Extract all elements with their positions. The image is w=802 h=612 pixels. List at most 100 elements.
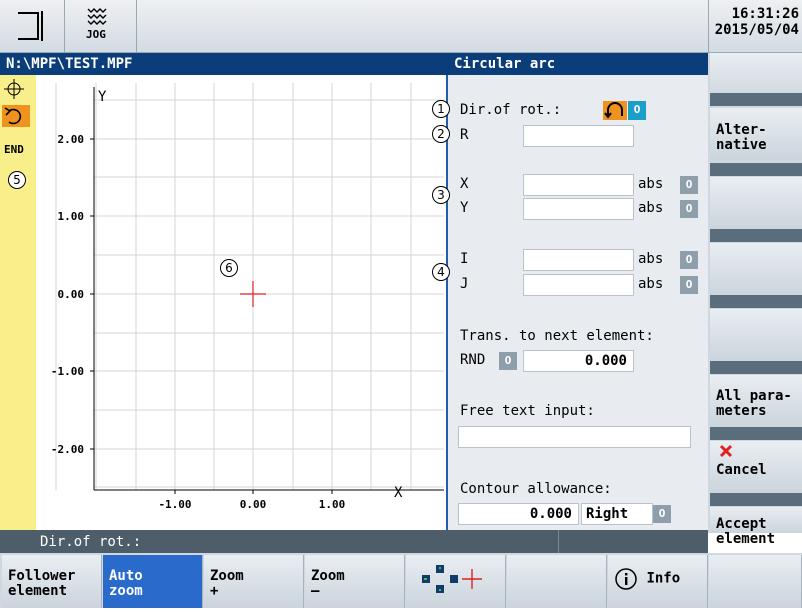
arc-icon bbox=[4, 107, 22, 125]
cancel-x-icon bbox=[719, 444, 733, 458]
zoom-minus-button[interactable]: Zoom – bbox=[305, 555, 405, 608]
rot-arrow-icon bbox=[604, 102, 623, 119]
vsk-separator bbox=[710, 427, 802, 440]
vsk-5[interactable] bbox=[710, 309, 802, 361]
trans-next-label: Trans. to next element: bbox=[460, 328, 654, 344]
callout-1: 1 bbox=[432, 100, 450, 118]
y-label: Y bbox=[460, 200, 469, 216]
hsk-6[interactable] bbox=[507, 555, 607, 608]
top-status-bar: JOG 16:31:26 2015/05/04 bbox=[0, 0, 802, 53]
vsk-separator bbox=[710, 361, 802, 374]
i-field[interactable] bbox=[523, 249, 634, 271]
vertical-softkey-bar: Alter- native All para- meters Cancel Ac… bbox=[708, 53, 802, 547]
j-field[interactable] bbox=[523, 274, 634, 296]
rnd-field[interactable]: 0.000 bbox=[523, 350, 634, 372]
alternative-button[interactable]: Alter- native bbox=[710, 108, 802, 160]
callout-6: 6 bbox=[220, 259, 238, 277]
j-abs-toggle[interactable]: O bbox=[680, 276, 698, 294]
dir-rot-label: Dir.of rot.: bbox=[460, 102, 562, 118]
status-line: Dir.of rot.: bbox=[0, 530, 708, 553]
rot-cw-button[interactable] bbox=[603, 101, 627, 120]
x-abs-label: abs bbox=[638, 176, 664, 192]
y-tick-label: -2.00 bbox=[51, 443, 84, 456]
vsk-separator bbox=[710, 163, 802, 176]
program-control-cell bbox=[0, 0, 65, 53]
contour-allowance-field[interactable]: 0.000 bbox=[458, 503, 579, 525]
y-abs-toggle[interactable]: O bbox=[680, 200, 698, 218]
r-label: R bbox=[460, 127, 469, 143]
vsk-separator bbox=[710, 295, 802, 308]
contour-side-field[interactable]: Right bbox=[581, 503, 653, 525]
mode-label: JOG bbox=[86, 28, 106, 41]
x-tick-label: -1.00 bbox=[158, 498, 191, 511]
x-abs-toggle[interactable]: O bbox=[680, 176, 698, 194]
r-field[interactable] bbox=[523, 125, 634, 147]
x-label: X bbox=[460, 176, 469, 192]
all-params-line1: All para- bbox=[716, 388, 792, 404]
vsk-3[interactable] bbox=[710, 177, 802, 229]
y-field[interactable] bbox=[523, 198, 634, 220]
zoom-plus-button[interactable]: Zoom + bbox=[204, 555, 304, 608]
program-path: N:\MPF\TEST.MPF bbox=[6, 56, 133, 72]
j-abs-label: abs bbox=[638, 276, 664, 292]
title-bar: N:\MPF\TEST.MPF Circular arc bbox=[0, 53, 708, 75]
accept-element-button[interactable]: Accept element bbox=[710, 507, 802, 547]
dialog-title: Circular arc bbox=[454, 56, 556, 72]
x-axis-label: X bbox=[394, 485, 403, 501]
free-text-field[interactable] bbox=[458, 426, 691, 448]
hsk-8[interactable] bbox=[709, 555, 802, 608]
vsk-separator bbox=[710, 493, 802, 506]
info-button[interactable]: Info bbox=[608, 555, 708, 608]
alternative-line1: Alter- bbox=[716, 122, 767, 138]
cancel-label: Cancel bbox=[716, 462, 767, 478]
vsk-4[interactable] bbox=[710, 243, 802, 295]
horizontal-softkey-bar: Follower element Auto zoom Zoom + Zoom –… bbox=[0, 553, 802, 608]
callout-3: 3 bbox=[432, 186, 450, 204]
parameter-form: 1 Dir.of rot.: O 2 R 3 X abs O Y abs O 4… bbox=[432, 75, 708, 530]
callout-5: 5 bbox=[8, 171, 26, 189]
jog-mode-icon bbox=[87, 8, 107, 25]
callout-2: 2 bbox=[432, 125, 450, 143]
crosshair-icon bbox=[4, 79, 24, 99]
pan-button[interactable] bbox=[406, 555, 506, 608]
alternative-line2: native bbox=[716, 137, 767, 153]
follower-element-button[interactable]: Follower element bbox=[2, 555, 102, 608]
auto-zoom-button[interactable]: Auto zoom bbox=[103, 555, 203, 608]
auto-zoom-line1: Auto bbox=[109, 568, 143, 584]
end-item[interactable]: END bbox=[2, 139, 30, 161]
element-strip: END 5 bbox=[0, 75, 36, 530]
bracket-icon bbox=[18, 11, 43, 41]
zoom-minus-line1: Zoom bbox=[311, 568, 345, 584]
x-field[interactable] bbox=[523, 174, 634, 196]
vsk-separator bbox=[710, 93, 802, 106]
jog-mode-cell: JOG bbox=[64, 0, 137, 53]
i-abs-toggle[interactable]: O bbox=[680, 251, 698, 269]
pan-icon bbox=[422, 565, 482, 593]
y-tick-label: 1.00 bbox=[58, 210, 85, 223]
info-icon bbox=[615, 568, 637, 590]
x-tick-label: 1.00 bbox=[319, 498, 346, 511]
clock-time: 16:31:26 bbox=[731, 6, 799, 22]
y-axis-label: Y bbox=[98, 89, 107, 105]
clock: 16:31:26 2015/05/04 bbox=[715, 6, 799, 38]
y-tick-label: -1.00 bbox=[51, 365, 84, 378]
follower-line1: Follower bbox=[8, 568, 76, 584]
i-abs-label: abs bbox=[638, 251, 664, 267]
vsk-separator bbox=[710, 229, 802, 242]
accept-line2: element bbox=[716, 531, 776, 547]
zoom-plus-line1: Zoom bbox=[210, 568, 244, 584]
clock-date: 2015/05/04 bbox=[714, 22, 799, 38]
start-point-item[interactable] bbox=[2, 78, 30, 100]
x-tick-label: 0.00 bbox=[240, 498, 267, 511]
contour-side-toggle[interactable]: O bbox=[653, 505, 671, 523]
cancel-button[interactable]: Cancel bbox=[710, 441, 802, 493]
free-text-label: Free text input: bbox=[460, 403, 595, 419]
zoom-plus-line2: + bbox=[210, 583, 219, 599]
arc-element-item[interactable] bbox=[2, 105, 30, 127]
j-label: J bbox=[460, 276, 469, 292]
rot-toggle[interactable]: O bbox=[628, 101, 646, 120]
contour-allowance-label: Contour allowance: bbox=[460, 481, 612, 497]
all-parameters-button[interactable]: All para- meters bbox=[710, 375, 802, 427]
auto-zoom-line2: zoom bbox=[109, 583, 143, 599]
rnd-toggle[interactable]: O bbox=[499, 352, 517, 370]
